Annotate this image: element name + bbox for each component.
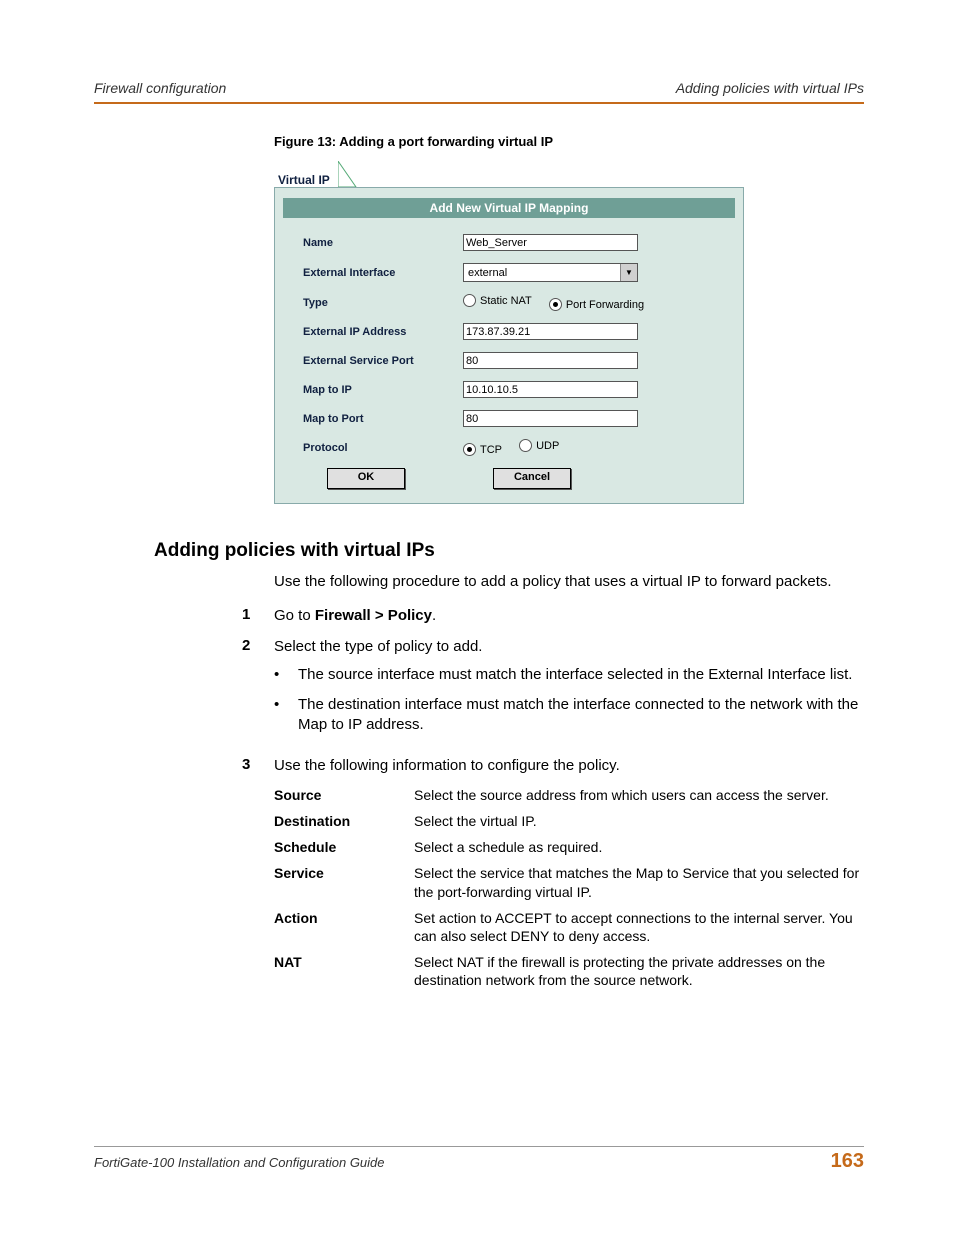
label-name: Name	[303, 237, 463, 249]
table-row: SourceSelect the source address from whi…	[274, 786, 864, 804]
tab-virtual-ip[interactable]: Virtual IP	[274, 169, 338, 187]
label-protocol: Protocol	[303, 442, 463, 454]
map-to-port-input[interactable]	[463, 410, 638, 427]
step-3-number: 3	[242, 756, 274, 776]
label-external-interface: External Interface	[303, 267, 463, 279]
header-rule	[94, 102, 864, 104]
external-interface-select[interactable]: external ▼	[463, 263, 638, 282]
label-type: Type	[303, 297, 463, 309]
step-1-text: Go to Firewall > Policy.	[274, 606, 864, 626]
label-map-to-ip: Map to IP	[303, 384, 463, 396]
step-2-text: Select the type of policy to add.	[274, 637, 864, 657]
ok-button[interactable]: OK	[327, 468, 405, 489]
external-ip-input[interactable]	[463, 323, 638, 340]
cancel-button[interactable]: Cancel	[493, 468, 571, 489]
figure-caption: Figure 13: Adding a port forwarding virt…	[274, 134, 864, 149]
radio-port-forwarding-label: Port Forwarding	[566, 299, 644, 311]
table-row: ActionSet action to ACCEPT to accept con…	[274, 909, 864, 945]
section-intro: Use the following procedure to add a pol…	[274, 572, 864, 592]
external-interface-value: external	[468, 267, 507, 279]
step-1-number: 1	[242, 606, 274, 626]
external-port-input[interactable]	[463, 352, 638, 369]
map-to-ip-input[interactable]	[463, 381, 638, 398]
dialog-title: Add New Virtual IP Mapping	[283, 198, 735, 218]
header-left: Firewall configuration	[94, 80, 226, 96]
list-item: • The destination interface must match t…	[274, 695, 864, 736]
footer-rule	[94, 1146, 864, 1147]
radio-port-forwarding[interactable]: Port Forwarding	[549, 298, 644, 311]
table-row: ServiceSelect the service that matches t…	[274, 864, 864, 900]
radio-static-nat-label: Static NAT	[480, 295, 532, 307]
radio-udp-label: UDP	[536, 440, 559, 452]
label-external-port: External Service Port	[303, 355, 463, 367]
section-title: Adding policies with virtual IPs	[154, 540, 864, 562]
name-input[interactable]	[463, 234, 638, 251]
config-table: SourceSelect the source address from whi…	[274, 786, 864, 990]
vip-dialog-screenshot: Virtual IP Add New Virtual IP Mapping Na…	[274, 157, 762, 504]
table-row: ScheduleSelect a schedule as required.	[274, 838, 864, 856]
radio-tcp-label: TCP	[480, 444, 502, 456]
radio-tcp[interactable]: TCP	[463, 443, 502, 456]
dropdown-arrow-icon: ▼	[620, 264, 637, 281]
step-2-number: 2	[242, 637, 274, 746]
table-row: NATSelect NAT if the firewall is protect…	[274, 953, 864, 989]
header-right: Adding policies with virtual IPs	[676, 80, 864, 96]
tab-edge-icon	[338, 161, 358, 187]
label-external-ip: External IP Address	[303, 326, 463, 338]
list-item: • The source interface must match the in…	[274, 665, 864, 685]
footer-doc-title: FortiGate-100 Installation and Configura…	[94, 1155, 385, 1170]
step-3-text: Use the following information to configu…	[274, 756, 864, 776]
radio-static-nat[interactable]: Static NAT	[463, 294, 532, 307]
table-row: DestinationSelect the virtual IP.	[274, 812, 864, 830]
radio-udp[interactable]: UDP	[519, 439, 559, 452]
label-map-to-port: Map to Port	[303, 413, 463, 425]
page-number: 163	[831, 1150, 864, 1173]
